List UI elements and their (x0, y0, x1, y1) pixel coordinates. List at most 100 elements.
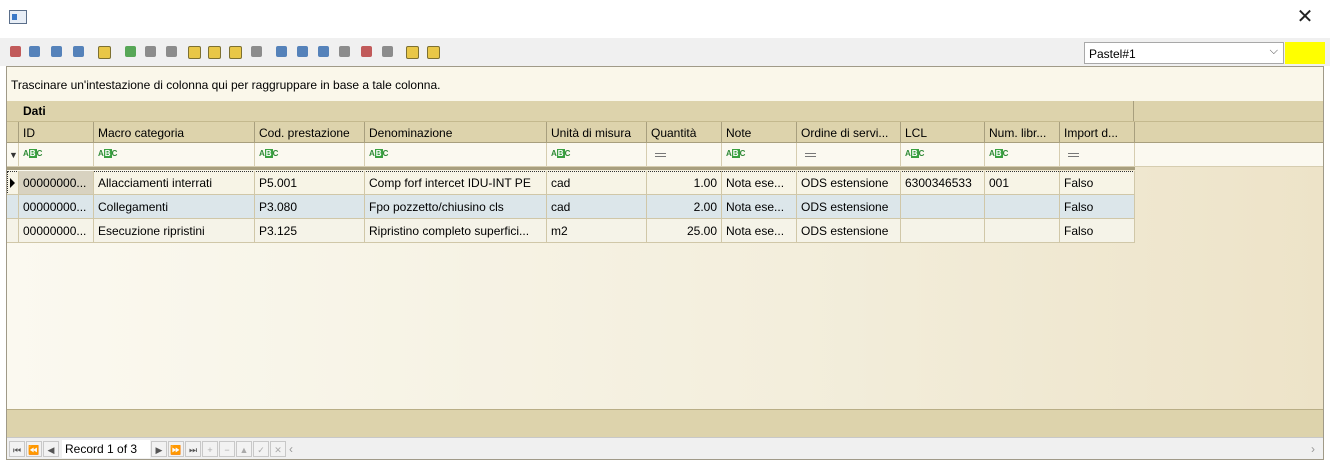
close-icon[interactable]: ✕ (1294, 6, 1316, 28)
select-icon[interactable] (7, 43, 24, 60)
scroll-right-icon[interactable]: › (1311, 442, 1315, 456)
filter-separator (7, 167, 1135, 170)
add-record-icon[interactable]: + (202, 441, 218, 457)
cell-cod-prestazione[interactable]: P3.080 (255, 195, 365, 219)
zoom-fit-icon[interactable] (48, 43, 65, 60)
cell-unita-di-misura[interactable]: m2 (547, 219, 647, 243)
cell-note[interactable]: Nota ese... (722, 171, 797, 195)
info-icon[interactable] (424, 43, 441, 60)
row-indicator (7, 171, 19, 195)
prev-record-icon[interactable]: ◀ (43, 441, 59, 457)
column-header-unita-di-misura[interactable]: Unità di misura (547, 122, 647, 143)
print-preview-icon[interactable] (315, 43, 332, 60)
filter-cell-denominazione[interactable]: ABC (365, 143, 547, 166)
filter-icon[interactable] (336, 43, 353, 60)
cell-num-libretto[interactable] (985, 195, 1060, 219)
db-prev-icon[interactable] (226, 43, 243, 60)
column-header-import[interactable]: Import d... (1060, 122, 1135, 143)
first-page-icon[interactable]: ⏮ (9, 441, 25, 457)
post-record-icon[interactable]: ✓ (253, 441, 269, 457)
next-page-icon[interactable]: ⏩ (168, 441, 184, 457)
zoom-in-icon[interactable] (26, 43, 43, 60)
cell-import[interactable]: Falso (1060, 219, 1135, 243)
column-header-ordine-di-servizio[interactable]: Ordine di servi... (797, 122, 901, 143)
cell-macro-categoria[interactable]: Esecuzione ripristini (94, 219, 255, 243)
prev-page-icon[interactable]: ⏪ (26, 441, 42, 457)
column-header-cod-prestazione[interactable]: Cod. prestazione (255, 122, 365, 143)
group-by-panel[interactable]: Trascinare un'intestazione di colonna qu… (7, 67, 1323, 101)
table-row[interactable]: 00000000... Collegamenti P3.080 Fpo pozz… (7, 195, 1135, 219)
table-row[interactable]: 00000000... Esecuzione ripristini P3.125… (7, 219, 1135, 243)
layout-icon[interactable] (358, 43, 375, 60)
cell-quantita[interactable]: 25.00 (647, 219, 722, 243)
help-icon[interactable] (403, 43, 420, 60)
column-header-quantita[interactable]: Quantità (647, 122, 722, 143)
cell-denominazione[interactable]: Comp forf intercet IDU-INT PE (365, 171, 547, 195)
cell-quantita[interactable]: 1.00 (647, 171, 722, 195)
cell-note[interactable]: Nota ese... (722, 195, 797, 219)
copy-icon[interactable] (273, 43, 290, 60)
cell-import[interactable]: Falso (1060, 195, 1135, 219)
filter-cell-quantita[interactable] (647, 143, 722, 166)
cell-quantita[interactable]: 2.00 (647, 195, 722, 219)
cell-macro-categoria[interactable]: Allacciamenti interrati (94, 171, 255, 195)
grid-icon[interactable] (142, 43, 159, 60)
table-row[interactable]: 00000000... Allacciamenti interrati P5.0… (7, 171, 1135, 195)
last-page-icon[interactable]: ⏭ (185, 441, 201, 457)
column-header-denominazione[interactable]: Denominazione (365, 122, 547, 143)
cell-id[interactable]: 00000000... (19, 219, 94, 243)
cell-ordine-di-servizio[interactable]: ODS estensione (797, 219, 901, 243)
cell-lcl[interactable] (901, 195, 985, 219)
cell-lcl[interactable]: 6300346533 (901, 171, 985, 195)
cell-num-libretto[interactable]: 001 (985, 171, 1060, 195)
cell-cod-prestazione[interactable]: P5.001 (255, 171, 365, 195)
color-swatch[interactable] (1285, 42, 1325, 64)
next-record-icon[interactable]: ▶ (151, 441, 167, 457)
filter-cell-unita-di-misura[interactable]: ABC (547, 143, 647, 166)
cell-num-libretto[interactable] (985, 219, 1060, 243)
cell-ordine-di-servizio[interactable]: ODS estensione (797, 171, 901, 195)
db-gray-icon[interactable] (248, 43, 265, 60)
filter-cell-cod-prestazione[interactable]: ABC (255, 143, 365, 166)
filter-cell-note[interactable]: ABC (722, 143, 797, 166)
cell-denominazione[interactable]: Fpo pozzetto/chiusino cls (365, 195, 547, 219)
cell-id[interactable]: 00000000... (19, 195, 94, 219)
column-header-note[interactable]: Note (722, 122, 797, 143)
align-icon[interactable] (95, 43, 112, 60)
cell-note[interactable]: Nota ese... (722, 219, 797, 243)
cell-unita-di-misura[interactable]: cad (547, 171, 647, 195)
export-icon[interactable] (122, 43, 139, 60)
band-header-dati[interactable]: Dati (19, 101, 1134, 121)
filter-cell-id[interactable]: ABC (19, 143, 94, 166)
column-header-lcl[interactable]: LCL (901, 122, 985, 143)
cell-import[interactable]: Falso (1060, 171, 1135, 195)
cell-macro-categoria[interactable]: Collegamenti (94, 195, 255, 219)
cell-unita-di-misura[interactable]: cad (547, 195, 647, 219)
filter-cell-macro-categoria[interactable]: ABC (94, 143, 255, 166)
cell-lcl[interactable] (901, 219, 985, 243)
cell-cod-prestazione[interactable]: P3.125 (255, 219, 365, 243)
delete-record-icon[interactable]: − (219, 441, 235, 457)
expand-icon[interactable] (379, 43, 396, 60)
filter-cell-import[interactable] (1060, 143, 1135, 166)
columns-icon[interactable] (163, 43, 180, 60)
split-icon[interactable] (185, 43, 202, 60)
cell-ordine-di-servizio[interactable]: ODS estensione (797, 195, 901, 219)
scroll-left-icon[interactable]: ‹ (289, 442, 293, 456)
chevron-down-icon[interactable]: ⌵ (1270, 45, 1278, 58)
column-header-id[interactable]: ID (19, 122, 94, 143)
window-icon[interactable] (70, 43, 87, 60)
column-header-num-libretto[interactable]: Num. libr... (985, 122, 1060, 143)
filter-cell-lcl[interactable]: ABC (901, 143, 985, 166)
cell-denominazione[interactable]: Ripristino completo superfici... (365, 219, 547, 243)
cell-id[interactable]: 00000000... (19, 171, 94, 195)
print-icon[interactable] (294, 43, 311, 60)
filter-cell-num-libretto[interactable]: ABC (985, 143, 1060, 166)
db-next-icon[interactable] (205, 43, 222, 60)
column-header-macro-categoria[interactable]: Macro categoria (94, 122, 255, 143)
cancel-record-icon[interactable]: ✕ (270, 441, 286, 457)
filter-cell-ordine-di-servizio[interactable] (797, 143, 901, 166)
layout-select[interactable]: Pastel#1 ⌵ (1084, 42, 1284, 64)
band-row: Dati (7, 101, 1323, 121)
edit-record-icon[interactable]: ▲ (236, 441, 252, 457)
